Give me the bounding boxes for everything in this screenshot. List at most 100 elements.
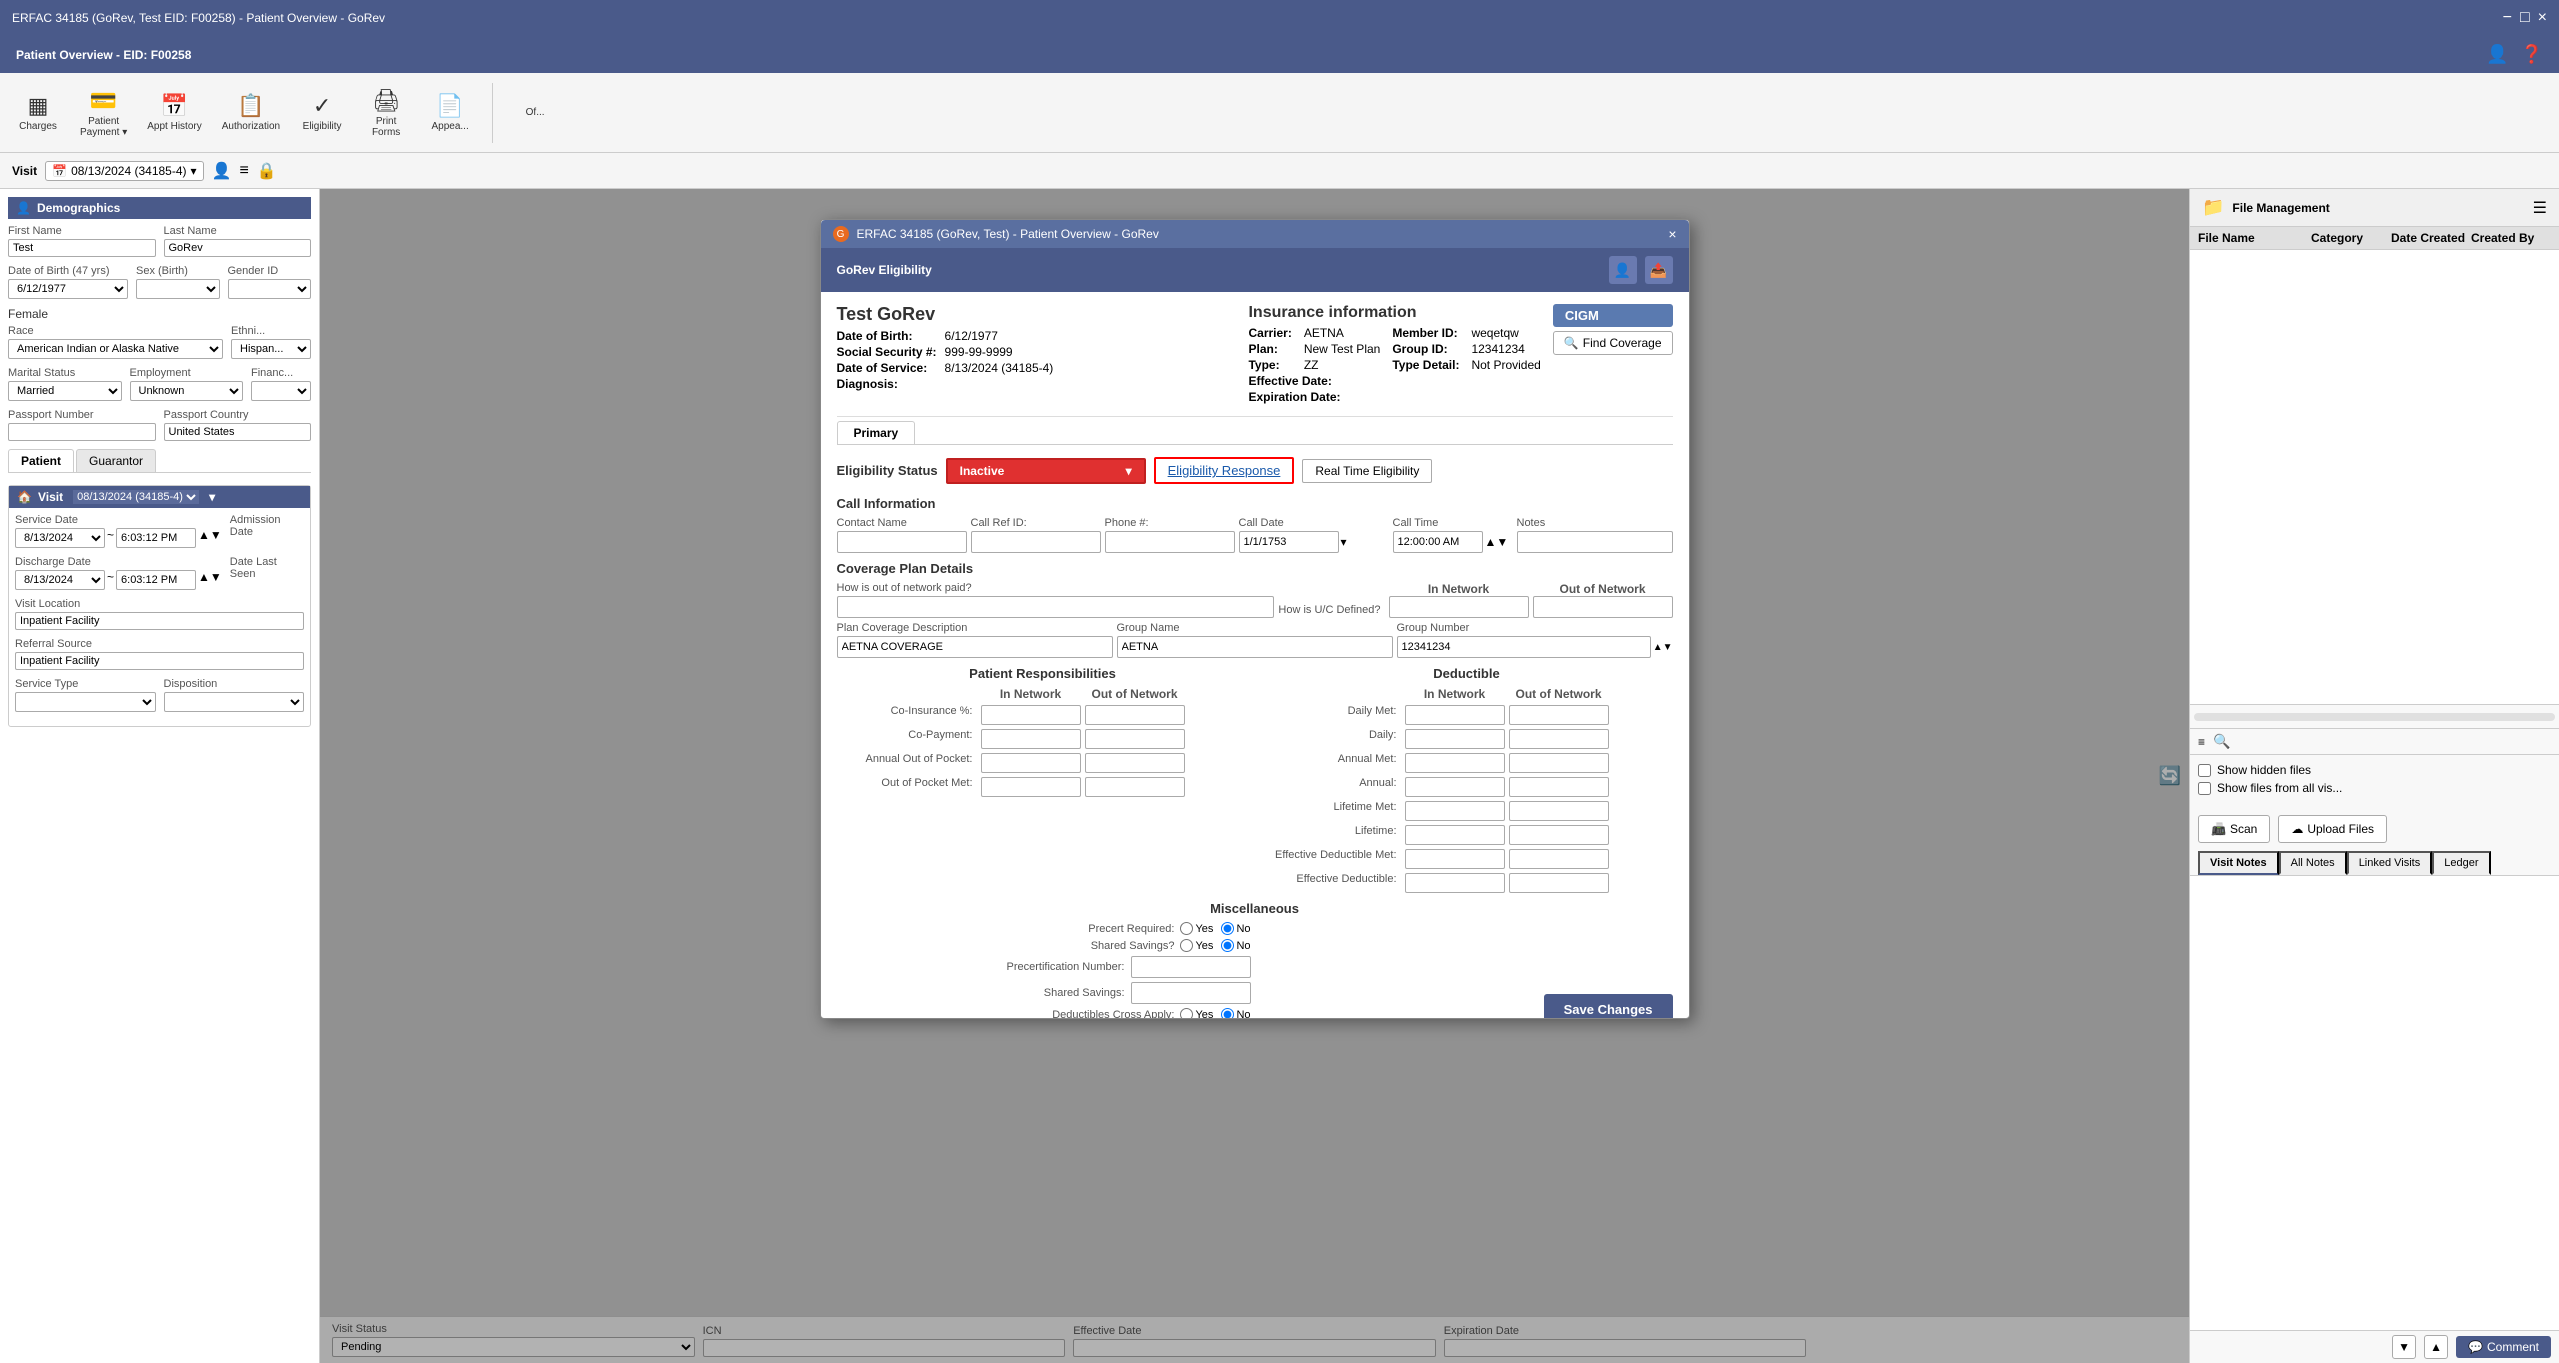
last-name-input[interactable] (164, 239, 312, 257)
toolbar-print-forms[interactable]: 🖨 PrintForms (356, 84, 416, 142)
service-time-input[interactable] (116, 528, 196, 548)
maximize-button[interactable]: □ (2520, 9, 2530, 27)
oop-met-out[interactable] (1085, 777, 1185, 797)
patient-tab[interactable]: Patient (8, 449, 74, 472)
real-time-eligibility-button[interactable]: Real Time Eligibility (1302, 459, 1432, 483)
oop-met-in[interactable] (981, 777, 1081, 797)
sex-select[interactable] (136, 279, 220, 299)
in-network-input[interactable] (1389, 596, 1529, 618)
daily-met-out[interactable] (1509, 705, 1609, 725)
annual-oop-out[interactable] (1085, 753, 1185, 773)
eff-ded-met-in[interactable] (1405, 849, 1505, 869)
dc-no-option[interactable]: No (1221, 1008, 1250, 1018)
discharge-date-select[interactable]: 8/13/2024 (15, 570, 105, 590)
horizontal-scrollbar[interactable] (2194, 713, 2555, 721)
toolbar-charges[interactable]: ▦ Charges (8, 89, 68, 136)
annual-in[interactable] (1405, 777, 1505, 797)
export-icon[interactable]: 📤 (1645, 256, 1673, 284)
linked-visits-tab[interactable]: Linked Visits (2347, 851, 2433, 875)
plan-desc-input[interactable] (837, 636, 1113, 658)
precert-yes-radio[interactable] (1180, 922, 1193, 935)
visit-selector[interactable]: 08/13/2024 (34185-4) (73, 490, 199, 504)
co-insurance-in[interactable] (981, 705, 1081, 725)
discharge-time-input[interactable] (116, 570, 196, 590)
dob-select[interactable]: 6/12/1977 (8, 279, 128, 299)
visit-location-input[interactable] (15, 612, 304, 630)
scan-button[interactable]: 📠 Scan (2198, 815, 2270, 843)
annual-out[interactable] (1509, 777, 1609, 797)
save-changes-button[interactable]: Save Changes (1544, 994, 1673, 1018)
ss-yes-option[interactable]: Yes (1180, 939, 1213, 952)
all-notes-tab[interactable]: All Notes (2279, 851, 2347, 875)
ss-no-radio[interactable] (1221, 939, 1234, 952)
call-ref-input[interactable] (971, 531, 1101, 553)
toolbar-of[interactable]: Of... (505, 103, 565, 122)
daily-in[interactable] (1405, 729, 1505, 749)
find-coverage-button[interactable]: 🔍 Find Coverage (1553, 331, 1673, 355)
annual-met-in[interactable] (1405, 753, 1505, 773)
show-all-visits-checkbox[interactable] (2198, 782, 2211, 795)
annual-oop-in[interactable] (981, 753, 1081, 773)
contact-name-input[interactable] (837, 531, 967, 553)
co-payment-in[interactable] (981, 729, 1081, 749)
referral-input[interactable] (15, 652, 304, 670)
group-number-input[interactable] (1397, 636, 1651, 658)
toolbar-patient-payment[interactable]: 💳 PatientPayment ▾ (72, 84, 135, 142)
eff-ded-met-out[interactable] (1509, 849, 1609, 869)
ss-no-option[interactable]: No (1221, 939, 1250, 952)
ss-yes-radio[interactable] (1180, 939, 1193, 952)
lifetime-met-out[interactable] (1509, 801, 1609, 821)
daily-met-in[interactable] (1405, 705, 1505, 725)
gender-select[interactable] (228, 279, 312, 299)
lifetime-met-in[interactable] (1405, 801, 1505, 821)
up-arrow-button[interactable]: ▲ (2424, 1335, 2448, 1359)
disposition-select[interactable] (164, 692, 305, 712)
daily-out[interactable] (1509, 729, 1609, 749)
lifetime-in[interactable] (1405, 825, 1505, 845)
close-button[interactable]: × (2538, 9, 2547, 27)
dc-yes-option[interactable]: Yes (1180, 1008, 1213, 1018)
eff-ded-out[interactable] (1509, 873, 1609, 893)
ethnicity-select[interactable]: Hispan... (231, 339, 311, 359)
precert-number-input[interactable] (1131, 956, 1251, 978)
co-payment-out[interactable] (1085, 729, 1185, 749)
primary-tab-button[interactable]: Primary (837, 421, 916, 444)
toolbar-appeals[interactable]: 📄 Appea... (420, 89, 480, 136)
dc-no-radio[interactable] (1221, 1008, 1234, 1018)
show-hidden-checkbox[interactable] (2198, 764, 2211, 777)
toolbar-eligibility[interactable]: ✓ Eligibility (292, 89, 352, 136)
service-date-select[interactable]: 8/13/2024 (15, 528, 105, 548)
co-insurance-out[interactable] (1085, 705, 1185, 725)
visit-notes-tab[interactable]: Visit Notes (2198, 851, 2279, 875)
passport-input[interactable] (8, 423, 156, 441)
eff-ded-in[interactable] (1405, 873, 1505, 893)
toolbar-authorization[interactable]: 📋 Authorization (214, 89, 288, 136)
modal-close-button[interactable]: × (1668, 226, 1676, 242)
lifetime-out[interactable] (1509, 825, 1609, 845)
search-button[interactable]: 🔍 (2213, 733, 2230, 750)
first-name-input[interactable] (8, 239, 156, 257)
precert-no-radio[interactable] (1221, 922, 1234, 935)
guarantor-tab[interactable]: Guarantor (76, 449, 156, 472)
passport-country-input[interactable] (164, 423, 312, 441)
eligibility-response-button[interactable]: Eligibility Response (1154, 457, 1295, 484)
minimize-button[interactable]: − (2503, 9, 2512, 27)
comment-button[interactable]: 💬 Comment (2456, 1336, 2551, 1358)
call-time-input[interactable] (1393, 531, 1483, 553)
network-paid-input[interactable] (837, 596, 1275, 618)
phone-input[interactable] (1105, 531, 1235, 553)
precert-no-option[interactable]: No (1221, 922, 1250, 935)
precert-yes-option[interactable]: Yes (1180, 922, 1213, 935)
marital-select[interactable]: Married (8, 381, 122, 401)
list-view-button[interactable]: ≡ (2198, 735, 2205, 749)
user-profile-icon[interactable]: 👤 (1609, 256, 1637, 284)
shared-savings-input[interactable] (1131, 982, 1251, 1004)
upload-button[interactable]: ☁ Upload Files (2278, 815, 2387, 843)
notes-input[interactable] (1517, 531, 1673, 553)
annual-met-out[interactable] (1509, 753, 1609, 773)
menu-icon-button[interactable]: ☰ (2533, 198, 2547, 218)
down-arrow-button[interactable]: ▼ (2392, 1335, 2416, 1359)
ledger-tab[interactable]: Ledger (2432, 851, 2490, 875)
eligibility-status-dropdown[interactable]: Inactive ▾ (946, 458, 1146, 484)
out-network-input[interactable] (1533, 596, 1673, 618)
